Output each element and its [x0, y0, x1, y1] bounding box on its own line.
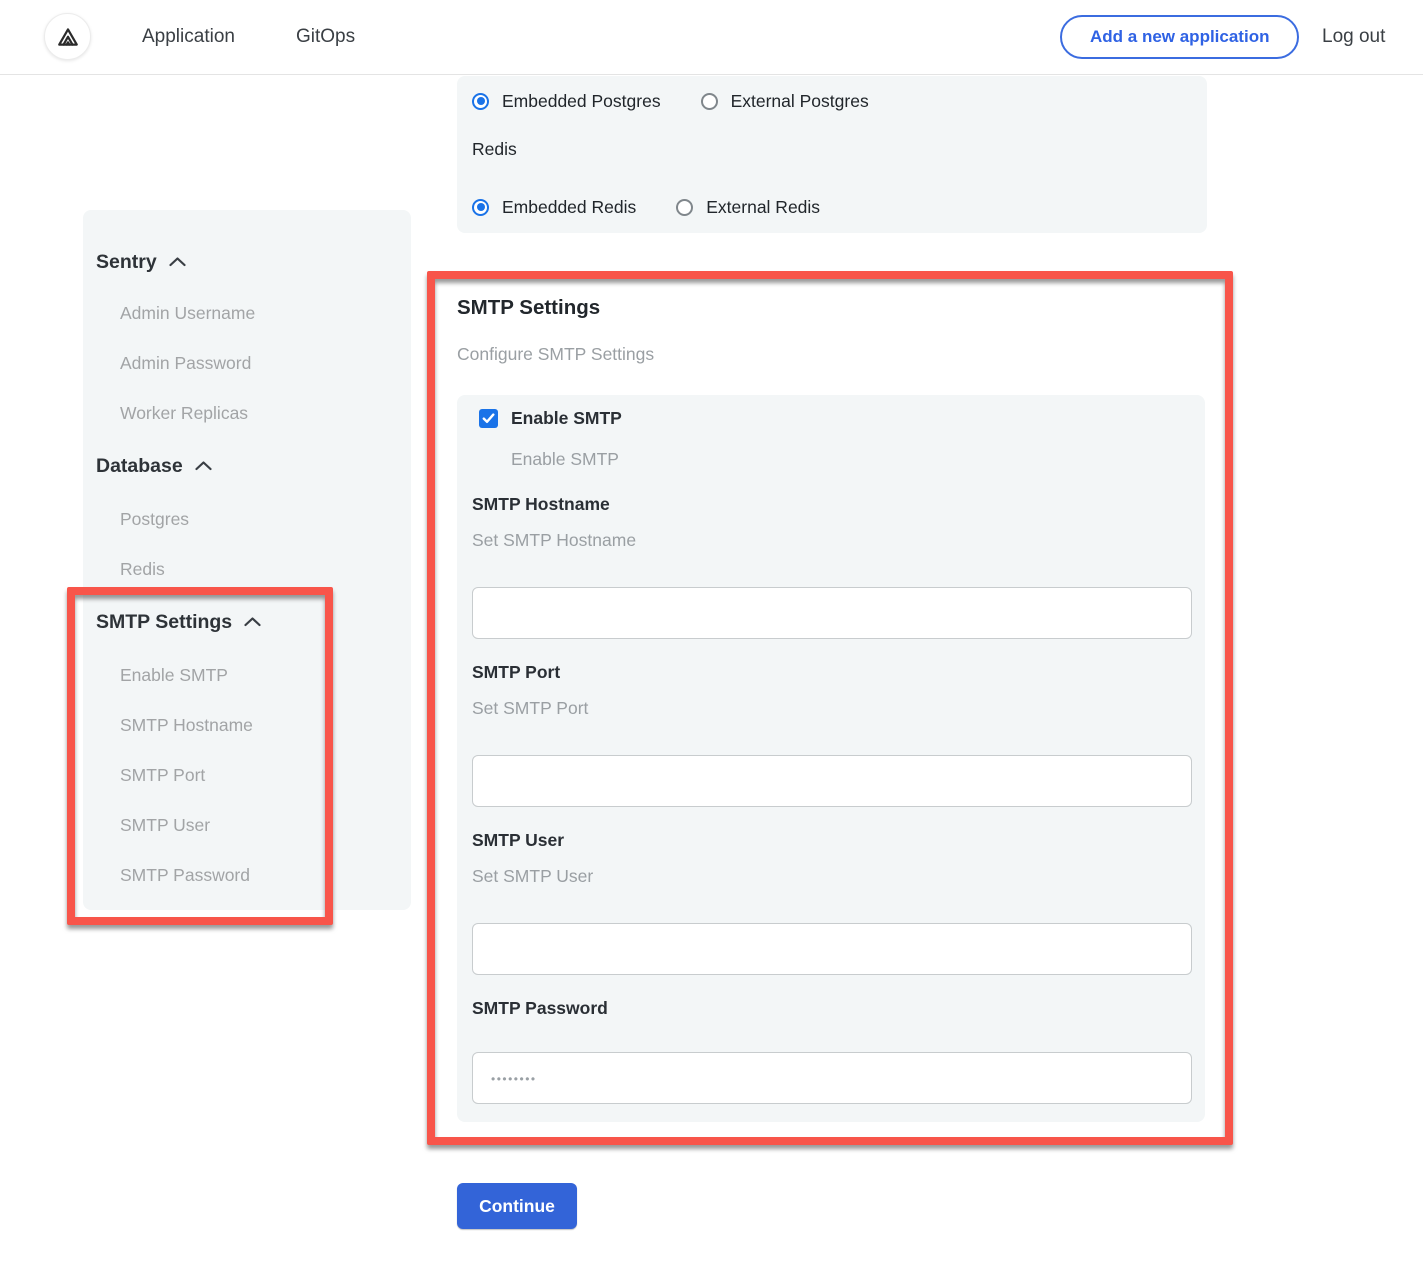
sidebar-item-admin-password[interactable]: Admin Password: [83, 338, 411, 388]
sidebar-item-postgres[interactable]: Postgres: [83, 494, 411, 544]
sidebar-item-admin-username[interactable]: Admin Username: [83, 288, 411, 338]
enable-smtp-row: Enable SMTP: [479, 408, 622, 429]
embedded-postgres-label: Embedded Postgres: [502, 91, 661, 112]
sidebar-group-database[interactable]: Database: [83, 438, 411, 494]
enable-smtp-checkbox[interactable]: [479, 409, 498, 428]
smtp-port-label: SMTP Port: [472, 662, 560, 683]
sidebar-group-smtp-settings-label: SMTP Settings: [96, 611, 232, 634]
sidebar-group-smtp-settings[interactable]: SMTP Settings: [83, 594, 411, 650]
config-nav-sidebar: Sentry Admin Username Admin Password Wor…: [83, 210, 411, 910]
enable-smtp-helper: Enable SMTP: [511, 449, 619, 470]
smtp-password-label: SMTP Password: [472, 998, 608, 1019]
smtp-user-input[interactable]: [472, 923, 1192, 975]
sidebar-group-sentry[interactable]: Sentry: [83, 236, 411, 288]
smtp-section-subtitle: Configure SMTP Settings: [457, 344, 654, 365]
continue-button[interactable]: Continue: [457, 1183, 577, 1229]
redis-radio-row: Embedded Redis External Redis: [472, 194, 1192, 220]
sentry-logo-icon: [54, 23, 82, 51]
chevron-up-icon: [169, 257, 186, 267]
sidebar-item-enable-smtp[interactable]: Enable SMTP: [83, 650, 411, 700]
external-redis-label: External Redis: [706, 197, 820, 218]
smtp-hostname-helper: Set SMTP Hostname: [472, 530, 636, 551]
sidebar-item-redis[interactable]: Redis: [83, 544, 411, 594]
sidebar-item-smtp-user[interactable]: SMTP User: [83, 800, 411, 850]
database-config-panel: Embedded Postgres External Postgres Redi…: [457, 76, 1207, 233]
checkmark-icon: [482, 413, 495, 424]
smtp-hostname-label: SMTP Hostname: [472, 494, 610, 515]
smtp-user-label: SMTP User: [472, 830, 564, 851]
sidebar-group-database-label: Database: [96, 455, 183, 478]
sidebar-item-worker-replicas[interactable]: Worker Replicas: [83, 388, 411, 438]
sidebar-group-sentry-label: Sentry: [96, 251, 157, 274]
postgres-radio-row: Embedded Postgres External Postgres: [472, 88, 1192, 114]
chevron-up-icon: [244, 617, 261, 627]
enable-smtp-label: Enable SMTP: [511, 408, 622, 429]
sidebar-item-smtp-hostname[interactable]: SMTP Hostname: [83, 700, 411, 750]
embedded-redis-label: Embedded Redis: [502, 197, 636, 218]
logout-link[interactable]: Log out: [1322, 26, 1385, 48]
smtp-port-helper: Set SMTP Port: [472, 698, 588, 719]
nav-gitops[interactable]: GitOps: [296, 26, 355, 48]
top-nav-bar: Application GitOps Add a new application…: [0, 0, 1423, 75]
add-new-application-button[interactable]: Add a new application: [1060, 15, 1299, 59]
external-postgres-label: External Postgres: [731, 91, 869, 112]
embedded-redis-radio[interactable]: [472, 199, 489, 216]
redis-caption: Redis: [472, 136, 1192, 162]
sidebar-item-smtp-port[interactable]: SMTP Port: [83, 750, 411, 800]
sentry-logo[interactable]: [44, 13, 91, 60]
external-postgres-radio[interactable]: [701, 93, 718, 110]
smtp-password-input[interactable]: [472, 1052, 1192, 1104]
smtp-user-helper: Set SMTP User: [472, 866, 593, 887]
sidebar-item-smtp-password[interactable]: SMTP Password: [83, 850, 411, 900]
smtp-section-title: SMTP Settings: [457, 296, 600, 320]
smtp-port-input[interactable]: [472, 755, 1192, 807]
embedded-postgres-radio[interactable]: [472, 93, 489, 110]
chevron-up-icon: [195, 461, 212, 471]
nav-application[interactable]: Application: [142, 26, 235, 48]
external-redis-radio[interactable]: [676, 199, 693, 216]
smtp-hostname-input[interactable]: [472, 587, 1192, 639]
